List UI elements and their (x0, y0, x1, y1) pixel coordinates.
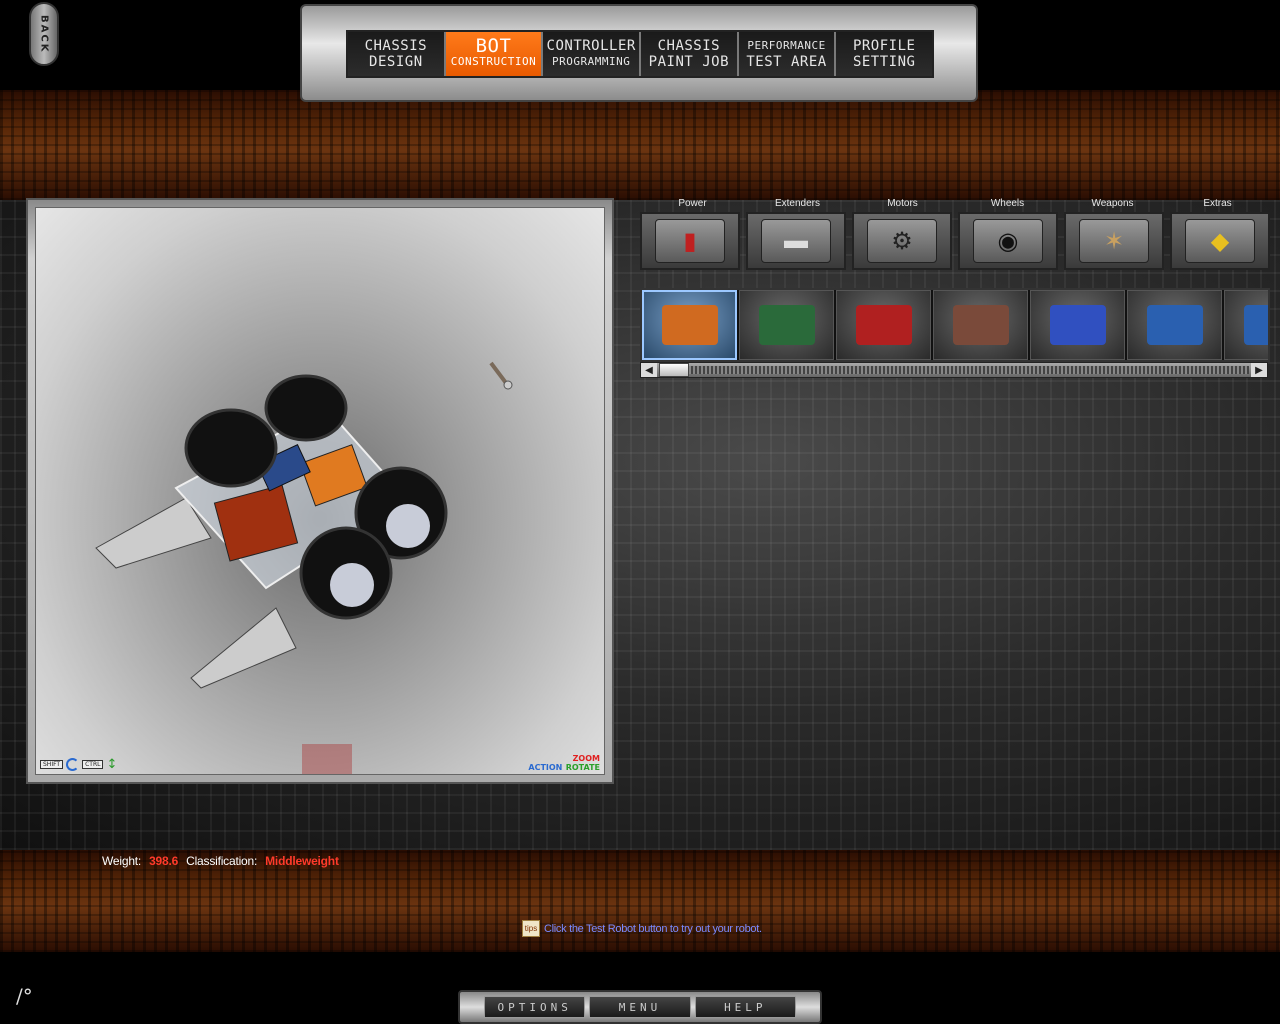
mouse-hint: ZOOM ACTION-ROTATE (528, 754, 600, 772)
robot-model[interactable] (36, 208, 608, 778)
weapon-icon: ✶ (1079, 219, 1149, 263)
tab-line2: PAINT JOB (648, 54, 730, 70)
part-blue-battery-2[interactable] (1224, 290, 1268, 360)
tip-bar: tips Click the Test Robot button to try … (522, 920, 762, 937)
tab-line1: CONTROLLER (546, 38, 636, 54)
back-button[interactable]: BACK (29, 2, 59, 66)
tab-chassis-design[interactable]: CHASSIS DESIGN (348, 32, 446, 76)
tab-bot-construction[interactable]: BOT CONSTRUCTION (445, 32, 544, 76)
multi-battery-icon (952, 305, 1009, 345)
red-battery-icon (855, 305, 912, 345)
part-circuit-board[interactable] (739, 290, 834, 360)
extender-bar-icon: ▬ (761, 219, 831, 263)
weight-label: Weight: (102, 854, 142, 868)
tab-controller-programming[interactable]: CONTROLLER PROGRAMMING (543, 32, 642, 76)
tab-chassis-paint-job[interactable]: CHASSIS PAINT JOB (641, 32, 739, 76)
part-multi-battery[interactable] (933, 290, 1028, 360)
tab-line1: CHASSIS (364, 38, 428, 54)
category-label-wheels: Wheels (990, 198, 1025, 209)
part-drag-preview (302, 744, 352, 774)
category-labels: Power Extenders Motors Wheels Weapons Ex… (640, 198, 1270, 209)
motor-icon: ⚙ (867, 219, 937, 263)
tip-text: Click the Test Robot button to try out y… (544, 922, 762, 935)
category-extras[interactable]: ◆ (1170, 212, 1270, 270)
blue-battery-icon (1243, 305, 1268, 345)
bottom-menu: OPTIONS MENU HELP (484, 996, 796, 1018)
robot-viewport[interactable]: SHIFT CTRL ↕ ZOOM ACTION-ROTATE (26, 198, 614, 784)
tab-line1: PERFORMANCE (747, 39, 826, 52)
category-power[interactable]: ▮ (640, 212, 740, 270)
studio-logo-icon: /° (16, 984, 33, 1008)
circuit-board-icon (758, 305, 815, 345)
menu-button[interactable]: MENU (589, 996, 691, 1018)
robot-wheel-1 (184, 408, 278, 488)
move-vertical-icon: ↕ (106, 756, 118, 772)
top-nav: CHASSIS DESIGN BOT CONSTRUCTION CONTROLL… (346, 30, 934, 78)
rotate-icon (66, 758, 80, 771)
tab-line1: PROFILE (852, 38, 916, 54)
tips-icon: tips (522, 920, 540, 937)
category-buttons: ▮ ▬ ⚙ ◉ ✶ ◆ (640, 212, 1270, 270)
scroll-right-arrow-icon[interactable]: ▶ (1251, 363, 1267, 377)
tab-line2: CONSTRUCTION (450, 55, 537, 68)
action-label: ACTION (528, 763, 563, 772)
part-orange-battery-pack[interactable] (642, 290, 737, 360)
robot-viewport-canvas[interactable]: SHIFT CTRL ↕ ZOOM ACTION-ROTATE (35, 207, 605, 775)
robot-hubcap-4 (330, 563, 374, 607)
tab-line1: CHASSIS (657, 38, 721, 54)
robot-wheel-2 (264, 374, 348, 442)
tab-line2: DESIGN (369, 54, 423, 70)
category-label-extras: Extras (1203, 198, 1232, 209)
back-button-label: BACK (38, 14, 50, 54)
tab-profile-setting[interactable]: PROFILE SETTING (836, 32, 933, 76)
category-wheels[interactable]: ◉ (958, 212, 1058, 270)
tab-performance-test-area[interactable]: PERFORMANCE TEST AREA (738, 32, 837, 76)
help-button[interactable]: HELP (694, 996, 796, 1018)
category-label-weapons: Weapons (1091, 198, 1134, 209)
tab-line2: PROGRAMMING (552, 55, 631, 68)
viewport-controls-hint: SHIFT CTRL ↕ (40, 758, 117, 771)
category-label-power: Power (678, 198, 707, 209)
parts-scrollbar[interactable]: ◀ ▶ (640, 362, 1268, 378)
tab-line1: BOT (475, 35, 512, 57)
classification-label: Classification: (186, 854, 258, 868)
category-label-motors: Motors (887, 198, 918, 209)
rust-background-top (0, 90, 1280, 200)
blue-battery-icon (1146, 305, 1203, 345)
category-extenders[interactable]: ▬ (746, 212, 846, 270)
zoom-label: ZOOM (572, 754, 600, 763)
part-red-battery[interactable] (836, 290, 931, 360)
robot-hubcap-3 (386, 504, 430, 548)
part-blue-battery[interactable] (1127, 290, 1222, 360)
weight-value: 398.6 (149, 854, 179, 868)
options-button[interactable]: OPTIONS (484, 996, 586, 1018)
rotate-label: ROTATE (565, 763, 600, 772)
shift-key: SHIFT (40, 760, 64, 769)
tab-line2: TEST AREA (746, 54, 827, 70)
category-weapons[interactable]: ✶ (1064, 212, 1164, 270)
classification-value: Middleweight (265, 854, 339, 868)
scroll-track[interactable] (659, 363, 1249, 377)
puma-battery-icon (1049, 305, 1106, 345)
wrench-cursor-icon (489, 361, 513, 390)
tab-line2: SETTING (852, 54, 916, 70)
scroll-left-arrow-icon[interactable]: ◀ (641, 363, 657, 377)
scroll-thumb[interactable] (659, 363, 689, 377)
wheel-icon: ◉ (973, 219, 1043, 263)
robot-claw-rear (190, 607, 297, 689)
category-motors[interactable]: ⚙ (852, 212, 952, 270)
extras-icon: ◆ (1185, 219, 1255, 263)
ctrl-key: CTRL (82, 760, 104, 769)
parts-strip (640, 288, 1270, 362)
orange-battery-pack-icon (661, 305, 718, 345)
battery-icon: ▮ (655, 219, 725, 263)
category-label-extenders: Extenders (774, 198, 821, 209)
robot-stats: Weight: 398.6 Classification: Middleweig… (102, 854, 339, 868)
part-puma-battery[interactable] (1030, 290, 1125, 360)
